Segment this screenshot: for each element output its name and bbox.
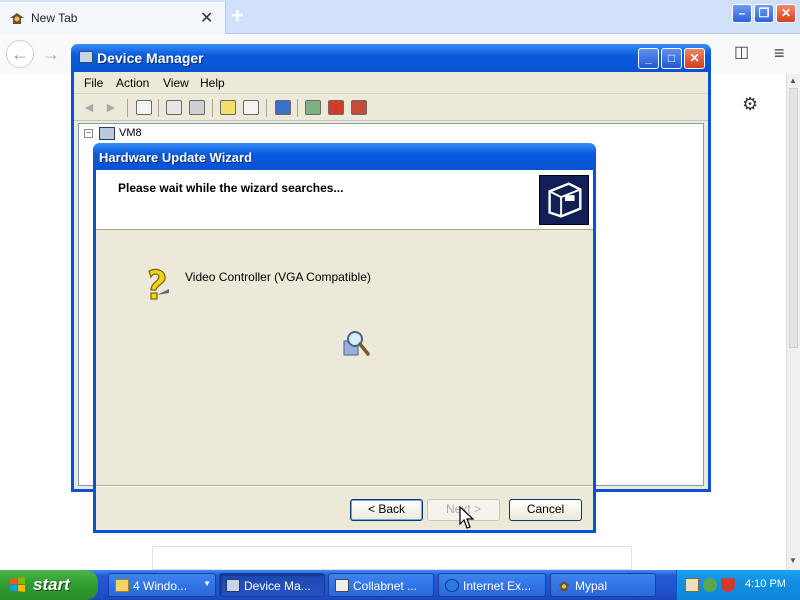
menu-view[interactable]: View xyxy=(163,76,189,90)
computer-icon xyxy=(99,127,115,140)
taskbar-item-windows-group[interactable]: 4 Windo... ▼ xyxy=(108,573,216,597)
back-button[interactable]: ← xyxy=(6,40,34,68)
start-label: start xyxy=(33,575,70,594)
tray-update-icon[interactable] xyxy=(703,578,717,592)
taskbar: start 4 Windo... ▼ Device Ma... Collabne… xyxy=(0,570,800,600)
unknown-device-icon xyxy=(148,268,169,300)
tab-close-icon[interactable]: ✕ xyxy=(200,8,213,28)
scroll-up-icon[interactable]: ▲ xyxy=(789,76,797,85)
device-manager-title: Device Manager xyxy=(97,50,204,66)
toolbar-back-icon[interactable]: ◄ xyxy=(82,100,98,115)
wizard-divider xyxy=(96,485,593,487)
mypal-icon xyxy=(10,13,24,24)
folder-icon xyxy=(115,579,129,592)
wizard-titlebar[interactable]: Hardware Update Wizard xyxy=(93,143,596,170)
device-manager-titlebar[interactable]: Device Manager _ □ ✕ xyxy=(71,44,711,72)
forward-button[interactable]: → xyxy=(42,40,60,68)
taskbar-item-internet-explorer[interactable]: Internet Ex... xyxy=(438,573,546,597)
wizard-header: Please wait while the wizard searches... xyxy=(96,170,593,230)
wizard-heading: Please wait while the wizard searches... xyxy=(118,181,344,195)
toolbar-scan-hardware-icon[interactable] xyxy=(275,100,291,115)
system-tray: 4:10 PM xyxy=(676,570,800,600)
hardware-update-wizard: Hardware Update Wizard Please wait while… xyxy=(93,143,596,533)
toolbar-uninstall-icon[interactable] xyxy=(328,100,344,115)
toolbar-show-hide-tree-icon[interactable] xyxy=(136,100,152,115)
dm-minimize-button[interactable]: _ xyxy=(638,48,659,69)
taskbar-item-device-manager[interactable]: Device Ma... xyxy=(219,573,325,597)
dm-maximize-button[interactable]: □ xyxy=(661,48,682,69)
taskbar-item-label: 4 Windo... xyxy=(133,579,188,593)
browser-titlebar: New Tab ✕ + – ❐ ✕ xyxy=(0,0,800,34)
windows-logo-icon xyxy=(10,577,25,592)
back-button[interactable]: < Back xyxy=(350,499,423,521)
browser-minimize-button[interactable]: – xyxy=(732,4,752,23)
browser-restore-button[interactable]: ❐ xyxy=(754,4,774,23)
browser-close-button[interactable]: ✕ xyxy=(776,4,796,23)
dm-close-button[interactable]: ✕ xyxy=(684,48,705,69)
taskbar-item-label: Collabnet ... xyxy=(353,579,418,593)
tree-root-label[interactable]: VM8 xyxy=(119,127,142,139)
toolbar-help-icon[interactable] xyxy=(220,100,236,115)
tray-network-icon[interactable] xyxy=(685,578,699,592)
toolbar-disable-icon[interactable] xyxy=(351,100,367,115)
taskbar-clock[interactable]: 4:10 PM xyxy=(745,578,786,590)
taskbar-item-label: Internet Ex... xyxy=(463,579,532,593)
start-button[interactable]: start xyxy=(0,570,98,600)
taskbar-item-mypal[interactable]: Mypal xyxy=(550,573,656,597)
menu-help[interactable]: Help xyxy=(200,76,225,90)
toolbar-properties-icon[interactable] xyxy=(166,100,182,115)
menu-file[interactable]: File xyxy=(84,76,103,90)
dm-toolbar: ◄ ► xyxy=(74,95,708,121)
toolbar-print-icon[interactable] xyxy=(189,100,205,115)
gear-icon[interactable]: ⚙ xyxy=(742,94,758,115)
tray-security-shield-icon[interactable] xyxy=(721,578,735,592)
new-tab-button[interactable]: + xyxy=(231,3,244,29)
menu-icon[interactable]: ≡ xyxy=(774,42,785,64)
page-input-box[interactable] xyxy=(152,546,632,570)
application-icon xyxy=(335,579,349,592)
taskbar-item-collabnet[interactable]: Collabnet ... xyxy=(328,573,434,597)
wizard-title: Hardware Update Wizard xyxy=(99,150,253,165)
sidebar-icon[interactable]: ◫ xyxy=(734,42,749,64)
browser-tab-new-tab[interactable]: New Tab ✕ xyxy=(0,2,226,34)
tree-collapse-icon[interactable]: − xyxy=(84,129,93,138)
internet-explorer-icon xyxy=(445,579,459,592)
scroll-thumb[interactable] xyxy=(789,88,798,348)
wizard-body: Video Controller (VGA Compatible) xyxy=(96,231,593,486)
toolbar-update-driver-icon[interactable] xyxy=(305,100,321,115)
taskbar-item-label: Device Ma... xyxy=(244,579,311,593)
page-scrollbar[interactable]: ▲ ▼ xyxy=(786,74,800,570)
dropdown-arrow-icon: ▼ xyxy=(203,579,211,588)
computer-icon xyxy=(79,51,93,63)
device-name-label: Video Controller (VGA Compatible) xyxy=(185,270,371,284)
toolbar-forward-icon[interactable]: ► xyxy=(104,100,120,115)
mypal-icon xyxy=(557,581,571,591)
menu-action[interactable]: Action xyxy=(116,76,149,90)
search-magnifier-icon xyxy=(343,331,370,356)
toolbar-view-icon[interactable] xyxy=(243,100,259,115)
dm-menubar: File Action View Help xyxy=(74,72,708,94)
computer-icon xyxy=(226,579,240,592)
mouse-cursor-icon xyxy=(459,506,475,529)
hardware-card-icon xyxy=(539,175,589,225)
cancel-button[interactable]: Cancel xyxy=(509,499,582,521)
scroll-down-icon[interactable]: ▼ xyxy=(789,556,797,565)
taskbar-item-label: Mypal xyxy=(575,579,608,593)
tab-title: New Tab xyxy=(31,11,78,25)
